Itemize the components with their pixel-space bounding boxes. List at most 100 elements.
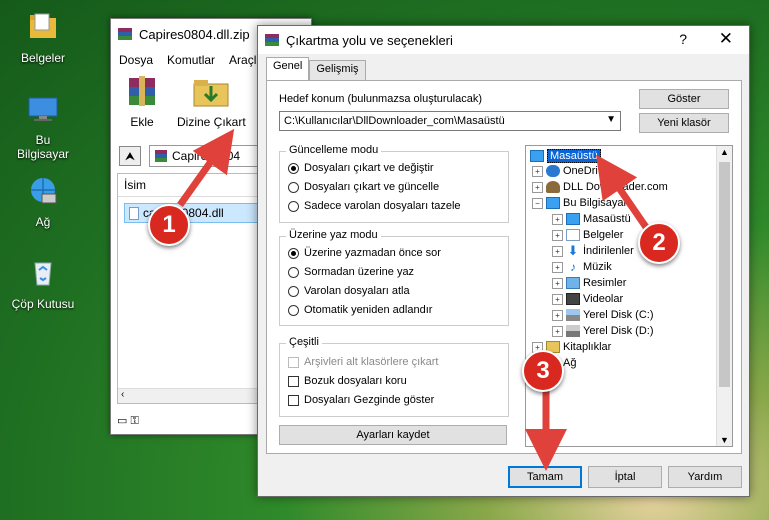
radio-icon[interactable] bbox=[288, 285, 299, 297]
tree-item[interactable]: + Videolar bbox=[552, 293, 623, 305]
checkbox-icon[interactable] bbox=[288, 375, 299, 387]
tree-item[interactable]: + OneDrive bbox=[532, 165, 609, 177]
tree-item-label: Yerel Disk (D:) bbox=[583, 325, 654, 337]
tab-general[interactable]: Genel bbox=[266, 57, 310, 81]
column-name-label: İsim bbox=[124, 178, 146, 192]
expand-icon[interactable]: + bbox=[552, 245, 563, 257]
help-button[interactable]: Yardım bbox=[668, 466, 742, 488]
new-folder-button[interactable]: Yeni klasör bbox=[639, 113, 729, 133]
up-folder-button[interactable]: ⮝ bbox=[119, 146, 141, 166]
drive-key-icon: ▭ ⚿ bbox=[117, 415, 139, 427]
pictures-icon bbox=[566, 277, 580, 289]
expand-icon[interactable]: + bbox=[532, 165, 543, 177]
update-mode-option-freshen[interactable]: Sadece varolan dosyaları tazele bbox=[288, 200, 461, 212]
tree-item[interactable]: + Belgeler bbox=[552, 229, 623, 241]
tree-item[interactable]: + ⬇ İndirilenler bbox=[552, 244, 634, 257]
ok-button[interactable]: Tamam bbox=[508, 466, 582, 488]
step-badge-2: 2 bbox=[638, 222, 680, 264]
option-label: Varolan dosyaları atla bbox=[304, 285, 410, 297]
extract-folder-icon bbox=[193, 80, 229, 107]
overwrite-option-no-ask[interactable]: Sormadan üzerine yaz bbox=[288, 266, 414, 278]
tree-item[interactable]: − Bu Bilgisayar bbox=[532, 197, 627, 209]
menu-commands[interactable]: Komutlar bbox=[167, 53, 215, 67]
expand-icon[interactable]: + bbox=[552, 229, 563, 241]
radio-icon[interactable] bbox=[288, 181, 299, 193]
misc-group: Çeşitli Arşivleri alt klasörlere çıkart … bbox=[279, 336, 509, 417]
videos-icon bbox=[566, 293, 580, 305]
extract-to-button[interactable]: Dizine Çıkart bbox=[177, 74, 246, 129]
computer-icon bbox=[28, 97, 58, 121]
tree-item-label: Yerel Disk (C:) bbox=[583, 309, 654, 321]
option-label: Bozuk dosyaları koru bbox=[304, 375, 407, 387]
dialog-title: Çıkartma yolu ve seçenekleri bbox=[286, 32, 453, 48]
menu-file[interactable]: Dosya bbox=[119, 53, 153, 67]
overwrite-option-rename[interactable]: Otomatik yeniden adlandır bbox=[288, 304, 432, 316]
tree-vertical-scrollbar[interactable]: ▲ ▼ bbox=[716, 146, 732, 446]
option-label: Üzerine yazmadan önce sor bbox=[304, 247, 441, 259]
radio-checked-icon[interactable] bbox=[288, 162, 299, 174]
option-label: Sadece varolan dosyaları tazele bbox=[304, 200, 461, 212]
desktop-icon-network[interactable]: Ağ bbox=[8, 174, 78, 229]
close-icon[interactable]: ✕ bbox=[719, 29, 733, 49]
misc-option-keep-broken[interactable]: Bozuk dosyaları koru bbox=[288, 375, 407, 387]
scroll-up-icon[interactable]: ▲ bbox=[720, 147, 729, 157]
expand-icon[interactable]: + bbox=[552, 261, 563, 273]
tree-item-label: Resimler bbox=[583, 277, 627, 289]
help-icon[interactable]: ? bbox=[679, 31, 687, 47]
expand-icon[interactable]: + bbox=[552, 309, 563, 321]
desktop-icon-recycle-bin[interactable]: Çöp Kutusu bbox=[8, 256, 78, 311]
folder-tree[interactable]: Masaüstü + OneDrive + DLL Downloader.com… bbox=[525, 145, 733, 447]
tree-item[interactable]: + Yerel Disk (C:) bbox=[552, 309, 654, 321]
update-mode-title: Güncelleme modu bbox=[286, 144, 382, 156]
chevron-down-icon[interactable]: ▼ bbox=[606, 114, 616, 125]
radio-icon[interactable] bbox=[288, 266, 299, 278]
desktop-icon bbox=[566, 213, 580, 225]
tree-item[interactable]: + ♪ Müzik bbox=[552, 261, 612, 273]
computer-icon bbox=[546, 197, 560, 209]
radio-checked-icon[interactable] bbox=[288, 247, 299, 259]
radio-icon[interactable] bbox=[288, 200, 299, 212]
destination-path-value: C:\Kullanıcılar\DllDownloader_com\Masaüs… bbox=[284, 115, 505, 127]
disk-icon bbox=[566, 325, 580, 337]
expand-icon[interactable]: + bbox=[552, 293, 563, 305]
archive-icon bbox=[155, 150, 167, 162]
collapse-icon[interactable]: − bbox=[532, 197, 543, 209]
overwrite-option-ask[interactable]: Üzerine yazmadan önce sor bbox=[288, 247, 441, 259]
radio-icon[interactable] bbox=[288, 304, 299, 316]
desktop-icon-this-pc[interactable]: Bu Bilgisayar bbox=[8, 92, 78, 161]
save-settings-button[interactable]: Ayarları kaydet bbox=[279, 425, 507, 445]
recycle-bin-icon bbox=[34, 262, 52, 286]
destination-path-combo[interactable]: C:\Kullanıcılar\DllDownloader_com\Masaüs… bbox=[279, 111, 621, 131]
tree-item[interactable]: + Yerel Disk (D:) bbox=[552, 325, 654, 337]
overwrite-mode-title: Üzerine yaz modu bbox=[286, 229, 381, 241]
scroll-down-icon[interactable]: ▼ bbox=[720, 435, 729, 445]
dll-file-icon bbox=[129, 206, 139, 220]
dialog-titlebar[interactable]: Çıkartma yolu ve seçenekleri ? ✕ bbox=[258, 26, 749, 54]
expand-icon[interactable]: + bbox=[552, 213, 563, 225]
option-label: Arşivleri alt klasörlere çıkart bbox=[304, 356, 439, 368]
documents-icon bbox=[566, 229, 580, 241]
extract-to-button-label: Dizine Çıkart bbox=[177, 115, 246, 129]
tree-item[interactable]: + Resimler bbox=[552, 277, 626, 289]
expand-icon[interactable]: + bbox=[552, 325, 563, 337]
overwrite-option-skip[interactable]: Varolan dosyaları atla bbox=[288, 285, 410, 297]
expand-icon[interactable]: + bbox=[532, 181, 543, 193]
tree-item[interactable]: Masaüstü bbox=[530, 149, 601, 163]
tab-advanced[interactable]: Gelişmiş bbox=[309, 60, 366, 81]
tree-item-label: Masaüstü bbox=[583, 213, 631, 225]
desktop-icon-documents[interactable]: Belgeler bbox=[8, 10, 78, 65]
misc-option-show-in-explorer[interactable]: Dosyaları Gezginde göster bbox=[288, 394, 434, 406]
add-button-label: Ekle bbox=[130, 115, 154, 129]
tree-item[interactable]: + DLL Downloader.com bbox=[532, 181, 668, 193]
expand-icon[interactable]: + bbox=[552, 277, 563, 289]
destination-label: Hedef konum (bulunmazsa oluşturulacak) bbox=[279, 93, 482, 105]
update-mode-option-replace[interactable]: Dosyaları çıkart ve değiştir bbox=[288, 162, 434, 174]
show-button[interactable]: Göster bbox=[639, 89, 729, 109]
update-mode-option-update[interactable]: Dosyaları çıkart ve güncelle bbox=[288, 181, 439, 193]
tree-item-label: Videolar bbox=[583, 293, 624, 305]
checkbox-icon[interactable] bbox=[288, 394, 299, 406]
tree-item[interactable]: + Masaüstü bbox=[552, 213, 631, 225]
cancel-button[interactable]: İptal bbox=[588, 466, 662, 488]
scrollbar-thumb[interactable] bbox=[719, 162, 730, 387]
add-button[interactable]: Ekle bbox=[121, 74, 163, 129]
